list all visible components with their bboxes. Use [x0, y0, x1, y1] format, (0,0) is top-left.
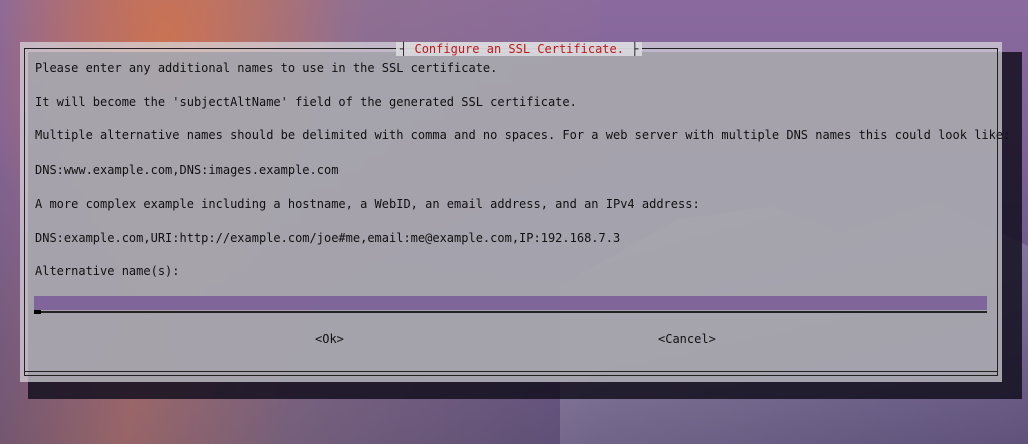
prompt-line-2: It will become the 'subjectAltName' fiel… [35, 95, 577, 109]
prompt-line-5: A more complex example including a hostn… [35, 197, 700, 211]
title-right-bracket: ├ [631, 42, 639, 56]
ssl-certificate-dialog: ┤ Configure an SSL Certificate. ├ Please… [20, 42, 1010, 382]
prompt-line-3: Multiple alternative names should be del… [35, 128, 1011, 142]
input-underline [34, 311, 987, 313]
ok-button[interactable]: <Ok> [315, 332, 344, 346]
input-label: Alternative name(s): [35, 264, 180, 278]
alternative-names-input[interactable] [34, 296, 987, 310]
prompt-line-1: Please enter any additional names to use… [35, 61, 498, 75]
dialog-title: ┤ Configure an SSL Certificate. ├ [396, 42, 643, 56]
dialog-title-text: Configure an SSL Certificate. [414, 42, 624, 56]
title-left-bracket: ┤ [400, 42, 408, 56]
dialog-divider [24, 371, 998, 372]
example-simple: DNS:www.example.com,DNS:images.example.c… [35, 163, 339, 177]
cancel-button[interactable]: <Cancel> [658, 332, 716, 346]
example-complex: DNS:example.com,URI:http://example.com/j… [35, 231, 621, 245]
text-cursor [34, 310, 41, 314]
